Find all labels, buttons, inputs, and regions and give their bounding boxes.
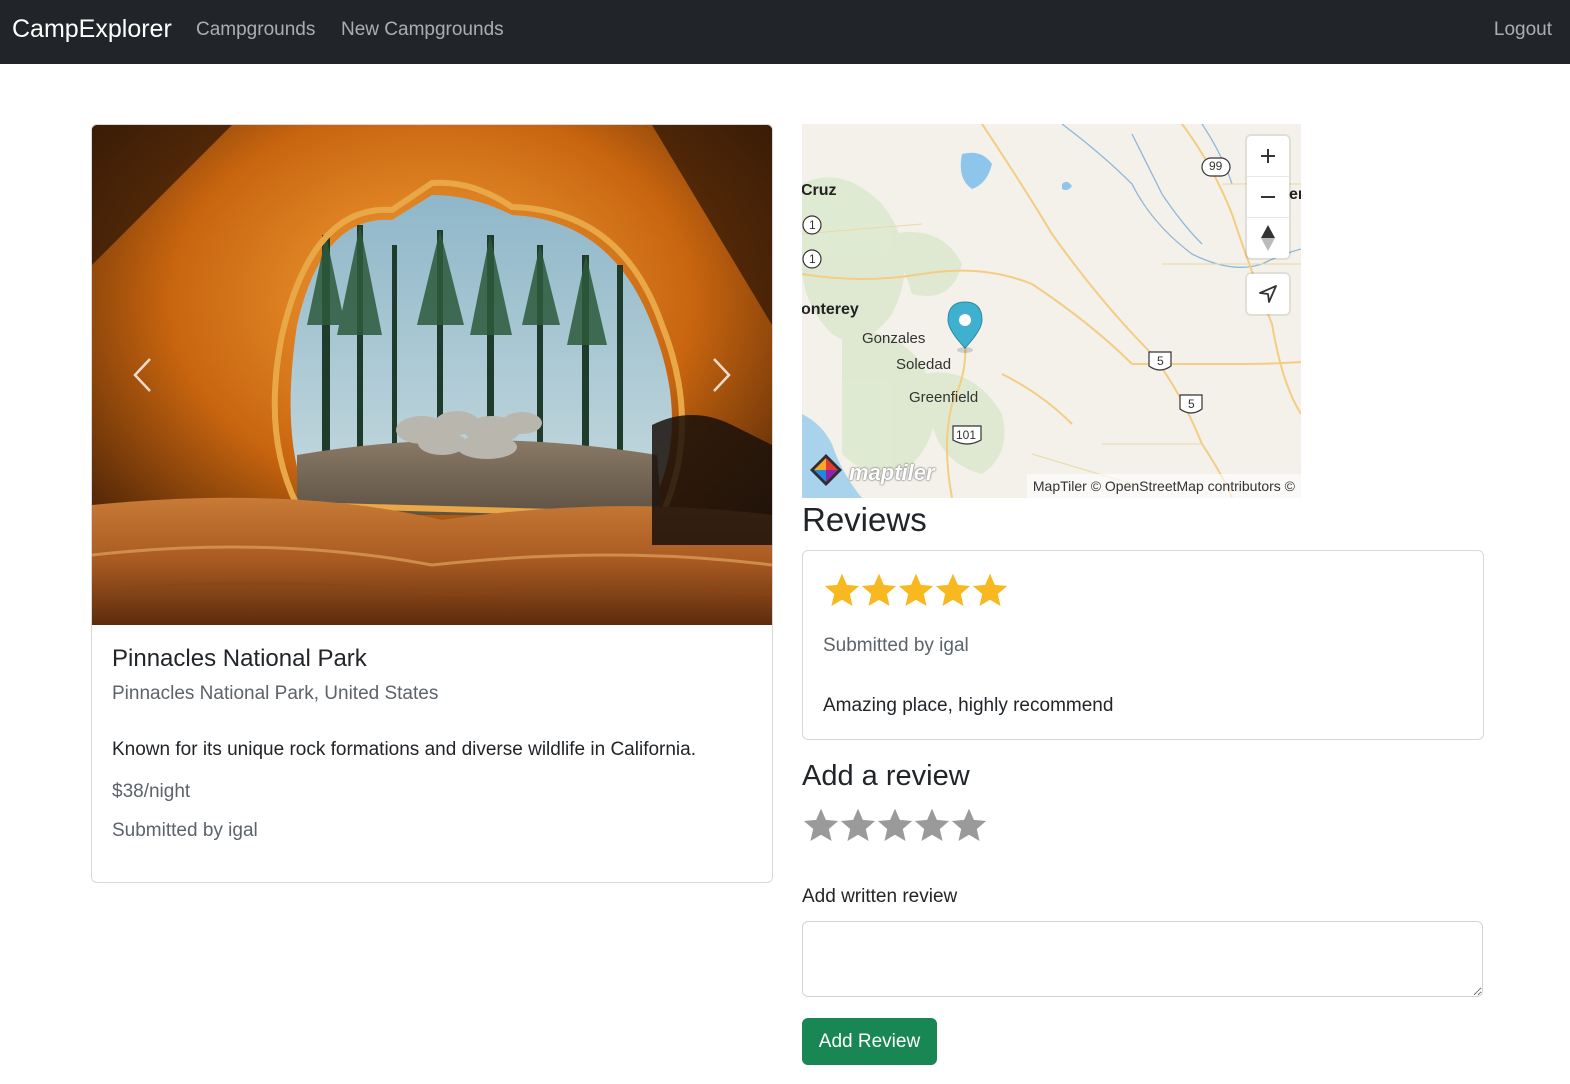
map-label-monterey: onterey — [802, 301, 859, 318]
rating-star-icon[interactable] — [950, 806, 988, 844]
review-textarea[interactable] — [802, 921, 1483, 997]
campground-price: $38/night — [112, 781, 191, 802]
star-icon — [972, 573, 1008, 607]
route-shield-101: 101 — [956, 428, 977, 442]
add-review-button[interactable]: Add Review — [802, 1018, 937, 1065]
nav-link-logout[interactable]: Logout — [1494, 19, 1552, 41]
navbar: CampExplorer Campgrounds New Campgrounds… — [0, 0, 1570, 64]
campground-description: Known for its unique rock formations and… — [112, 739, 696, 760]
route-shield-1a: 1 — [809, 218, 816, 232]
reviews-heading: Reviews — [802, 501, 927, 538]
rating-star-icon[interactable] — [876, 806, 914, 844]
star-icon — [861, 573, 897, 607]
rating-star-icon[interactable] — [913, 806, 951, 844]
star-icon — [898, 573, 934, 607]
zoom-out-button[interactable] — [1247, 177, 1289, 218]
map-geolocate-control — [1247, 274, 1289, 314]
review-rating — [823, 571, 1008, 609]
campground-location: Pinnacles National Park, United States — [112, 683, 439, 704]
campground-photo — [92, 125, 772, 625]
maptiler-logo[interactable]: maptiler — [846, 460, 935, 486]
map-label-greenfield: Greenfield — [909, 389, 979, 406]
map-attribution[interactable]: MapTiler © OpenStreetMap contributors © — [1026, 474, 1301, 498]
map[interactable]: Cruz onterey Gonzales Soledad Greenfield… — [802, 124, 1301, 498]
rating-star-icon[interactable] — [802, 806, 840, 844]
compass-button[interactable] — [1247, 218, 1289, 258]
geolocate-icon — [1259, 285, 1277, 303]
maptiler-logo-text: maptiler — [849, 460, 935, 485]
review-card: Submitted by igal Amazing place, highly … — [802, 550, 1484, 740]
nav-link-campgrounds[interactable]: Campgrounds — [196, 19, 315, 41]
review-body: Amazing place, highly recommend — [823, 695, 1114, 716]
map-base — [802, 124, 1301, 498]
carousel-next-button[interactable] — [702, 350, 742, 400]
brand-link[interactable]: CampExplorer — [12, 15, 172, 44]
map-label-er: er — [1289, 186, 1301, 203]
zoom-out-icon — [1261, 196, 1275, 198]
map-label-gonzales: Gonzales — [862, 330, 926, 347]
map-label-soledad: Soledad — [896, 356, 952, 373]
image-carousel — [92, 125, 772, 625]
campground-card: Pinnacles National Park Pinnacles Nation… — [91, 124, 773, 883]
route-shield-5b: 5 — [1188, 397, 1195, 411]
rating-star-icon[interactable] — [839, 806, 877, 844]
review-author: Submitted by igal — [823, 635, 969, 656]
written-review-label: Add written review — [802, 886, 958, 907]
star-icon — [824, 573, 860, 607]
chevron-left-icon — [133, 358, 151, 392]
geolocate-button[interactable] — [1247, 274, 1289, 314]
route-shield-5a: 5 — [1157, 354, 1164, 368]
campground-title: Pinnacles National Park — [112, 645, 367, 672]
carousel-prev-button[interactable] — [122, 350, 162, 400]
route-shield-99: 99 — [1209, 159, 1223, 173]
rating-input[interactable] — [802, 806, 987, 844]
zoom-in-icon — [1261, 149, 1275, 163]
map-nav-controls — [1247, 136, 1289, 258]
star-icon — [935, 573, 971, 607]
zoom-in-button[interactable] — [1247, 136, 1289, 177]
campground-author: Submitted by igal — [112, 820, 258, 841]
route-shield-1b: 1 — [809, 252, 816, 266]
add-review-heading: Add a review — [802, 760, 970, 792]
nav-link-new-campgrounds[interactable]: New Campgrounds — [341, 19, 504, 41]
map-label-cruz: Cruz — [802, 182, 837, 199]
compass-icon — [1261, 225, 1275, 251]
chevron-right-icon — [713, 358, 731, 392]
